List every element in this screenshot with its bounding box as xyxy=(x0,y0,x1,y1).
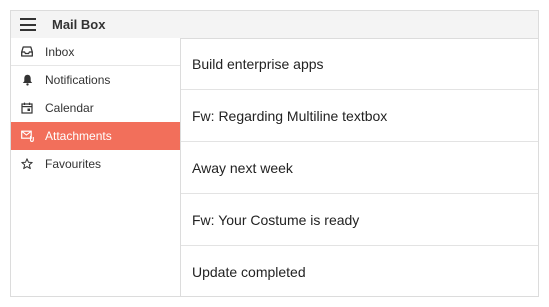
sidebar-item-favourites[interactable]: Favourites xyxy=(11,150,180,178)
mail-list-item[interactable]: Fw: Regarding Multiline textbox xyxy=(181,90,538,142)
mailbox-app: Mail Box Inbox Notifications Calendar At… xyxy=(10,10,539,297)
mail-list-item[interactable]: Fw: Your Costume is ready xyxy=(181,194,538,246)
sidebar-item-label: Notifications xyxy=(45,73,111,87)
sidebar-item-label: Inbox xyxy=(45,44,75,59)
sidebar-item-notifications[interactable]: Notifications xyxy=(11,66,180,94)
calendar-icon xyxy=(20,101,34,115)
attachment-icon xyxy=(20,129,34,143)
mail-list: Build enterprise apps Fw: Regarding Mult… xyxy=(181,38,538,296)
sidebar-item-label: Attachments xyxy=(45,129,112,143)
mail-subject: Fw: Regarding Multiline textbox xyxy=(192,107,388,124)
mail-list-item[interactable]: Update completed xyxy=(181,246,538,296)
toolbar: Mail Box xyxy=(11,11,538,39)
app-title: Mail Box xyxy=(52,17,106,32)
mail-subject: Update completed xyxy=(192,264,306,280)
sidebar-item-calendar[interactable]: Calendar xyxy=(11,94,180,122)
sidebar-item-inbox[interactable]: Inbox xyxy=(11,38,180,66)
sidebar-item-attachments[interactable]: Attachments xyxy=(11,122,180,150)
mail-subject: Fw: Your Costume is ready xyxy=(192,211,360,228)
mail-subject: Away next week xyxy=(192,159,293,176)
mail-list-item[interactable]: Build enterprise apps xyxy=(181,38,538,90)
sidebar-item-label: Calendar xyxy=(45,101,94,115)
hamburger-menu-icon[interactable] xyxy=(20,18,36,31)
bell-icon xyxy=(20,73,34,87)
mail-list-item[interactable]: Away next week xyxy=(181,142,538,194)
star-icon xyxy=(20,157,34,171)
mail-subject: Build enterprise apps xyxy=(192,55,324,72)
sidebar: Inbox Notifications Calendar Attachments… xyxy=(11,38,181,296)
sidebar-item-label: Favourites xyxy=(45,157,102,171)
inbox-icon xyxy=(20,45,34,59)
